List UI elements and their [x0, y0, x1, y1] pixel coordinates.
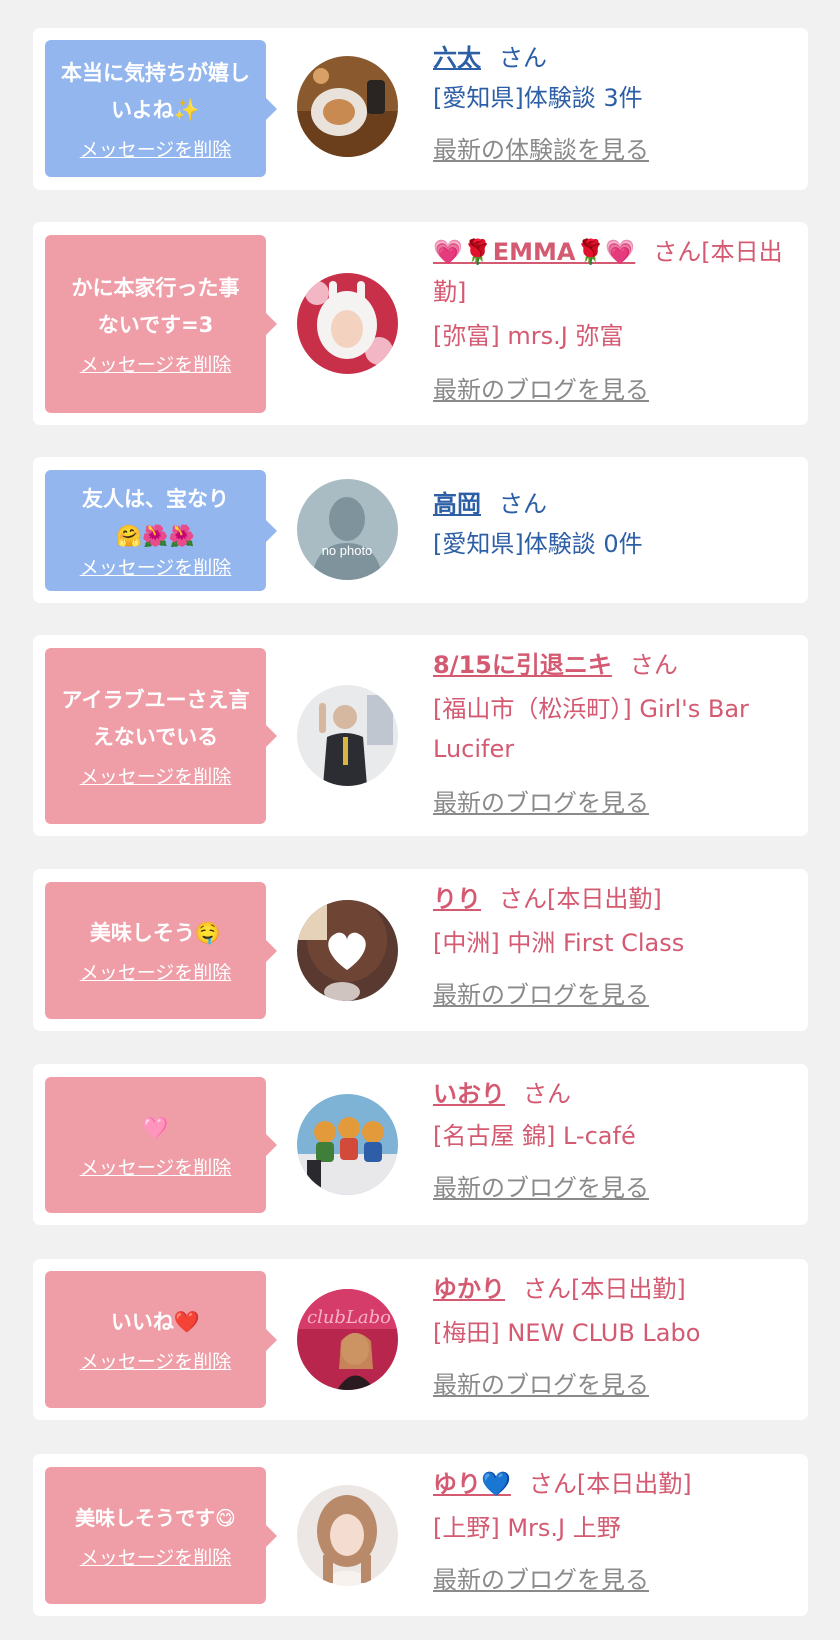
- sender-info: 六太 さん [愛知県]体験談 3件 最新の体験談を見る: [433, 38, 788, 170]
- message-bubble: 友人は、宝なり🤗🌺🌺 メッセージを削除: [45, 470, 277, 591]
- honorific: さん[本日出勤]: [523, 1275, 686, 1303]
- latest-link[interactable]: 最新のブログを見る: [433, 1168, 788, 1208]
- sender-name-link[interactable]: いおり: [433, 1080, 505, 1108]
- delete-message-link[interactable]: メッセージを削除: [80, 137, 232, 163]
- honorific: さん: [629, 651, 678, 679]
- sender-info: 高岡 さん [愛知県]体験談 0件: [433, 484, 788, 564]
- delete-message-link[interactable]: メッセージを削除: [80, 555, 232, 581]
- latest-link[interactable]: 最新のブログを見る: [433, 1365, 788, 1405]
- latest-link[interactable]: 最新のブログを見る: [433, 783, 788, 823]
- message-bubble: 美味しそう🤤 メッセージを削除: [45, 882, 277, 1019]
- sender-name-link[interactable]: ゆかり: [433, 1275, 505, 1303]
- honorific: さん: [523, 1080, 571, 1108]
- sender-name-link[interactable]: ゆり💙: [433, 1470, 511, 1498]
- message-bubble: 美味しそうです😋 メッセージを削除: [45, 1467, 277, 1604]
- message-card: 美味しそう🤤 メッセージを削除 りり さん[本日出勤] [中洲] 中洲 First…: [33, 869, 808, 1031]
- shop-label: [福山市（松浜町）] Girl's Bar Lucifer: [433, 695, 749, 763]
- message-card: かに本家行った事ないです=3 メッセージを削除 💗🌹EMMA🌹💗 さん[本日出勤]…: [33, 222, 808, 425]
- delete-message-link[interactable]: メッセージを削除: [80, 1349, 232, 1375]
- message-text: 🩷: [142, 1115, 169, 1140]
- message-bubble: 本当に気持ちが嬉しいよね✨ メッセージを削除: [45, 40, 277, 177]
- avatar[interactable]: [297, 273, 398, 374]
- avatar[interactable]: clubLabo: [297, 1289, 398, 1390]
- message-text: 本当に気持ちが嬉しいよね✨: [61, 60, 250, 122]
- avatar[interactable]: [297, 1485, 398, 1586]
- message-text: かに本家行った事ないです=3: [71, 276, 240, 337]
- latest-link[interactable]: 最新のブログを見る: [433, 1560, 788, 1600]
- sender-info: りり さん[本日出勤] [中洲] 中洲 First Class 最新のブログを見る: [433, 879, 788, 1015]
- avatar[interactable]: [297, 900, 398, 1001]
- delete-message-link[interactable]: メッセージを削除: [80, 960, 232, 986]
- shop-label: [上野] Mrs.J 上野: [433, 1514, 621, 1542]
- sender-name-link[interactable]: 六太: [433, 44, 481, 72]
- message-text: 友人は、宝なり🤗🌺🌺: [82, 486, 229, 548]
- shop-label: [名古屋 錦] L-café: [433, 1122, 636, 1150]
- sender-info: 8/15に引退ニキ さん [福山市（松浜町）] Girl's Bar Lucife…: [433, 645, 788, 823]
- sender-info: 💗🌹EMMA🌹💗 さん[本日出勤] [弥富] mrs.J 弥富 最新のブログを見る: [433, 232, 788, 410]
- avatar[interactable]: [297, 1094, 398, 1195]
- shop-label: [弥富] mrs.J 弥富: [433, 322, 624, 350]
- sender-info: いおり さん [名古屋 錦] L-café 最新のブログを見る: [433, 1074, 788, 1208]
- message-bubble: かに本家行った事ないです=3 メッセージを削除: [45, 235, 277, 413]
- latest-link[interactable]: 最新のブログを見る: [433, 370, 788, 410]
- no-photo-text: no photo: [322, 543, 373, 558]
- message-card: いいね❤️ メッセージを削除 clubLabo ゆかり さん[本日出勤] [梅田]…: [33, 1259, 808, 1420]
- honorific: さん: [499, 44, 547, 72]
- svg-text:clubLabo: clubLabo: [307, 1307, 391, 1328]
- shop-label: [中洲] 中洲 First Class: [433, 929, 685, 957]
- message-card: 友人は、宝なり🤗🌺🌺 メッセージを削除 no photo 高岡 さん [愛知県]体…: [33, 457, 808, 603]
- delete-message-link[interactable]: メッセージを削除: [80, 352, 232, 378]
- delete-message-link[interactable]: メッセージを削除: [80, 1545, 232, 1571]
- message-bubble: いいね❤️ メッセージを削除: [45, 1271, 277, 1408]
- message-card: 本当に気持ちが嬉しいよね✨ メッセージを削除 六太 さん [愛知県]体験談 3件 …: [33, 28, 808, 190]
- message-text: 美味しそうです😋: [75, 1506, 236, 1530]
- avatar[interactable]: [297, 685, 398, 786]
- message-card: アイラブユーさえ言えないでいる メッセージを削除 8/15に引退ニキ さん [福山…: [33, 635, 808, 836]
- message-bubble: 🩷 メッセージを削除: [45, 1077, 277, 1213]
- delete-message-link[interactable]: メッセージを削除: [80, 1155, 232, 1181]
- avatar[interactable]: [297, 56, 398, 157]
- sender-name-link[interactable]: 高岡: [433, 490, 481, 518]
- shop-label: [愛知県]体験談 0件: [433, 530, 643, 558]
- shop-label: [梅田] NEW CLUB Labo: [433, 1319, 701, 1347]
- honorific: さん[本日出勤]: [528, 1470, 692, 1498]
- sender-name-link[interactable]: 8/15に引退ニキ: [433, 651, 612, 679]
- sender-name-link[interactable]: りり: [433, 885, 481, 913]
- sender-name-link[interactable]: 💗🌹EMMA🌹💗: [433, 238, 635, 266]
- message-card: 美味しそうです😋 メッセージを削除 ゆり💙 さん[本日出勤] [上野] Mrs.J…: [33, 1454, 808, 1616]
- sender-info: ゆかり さん[本日出勤] [梅田] NEW CLUB Labo 最新のブログを見る: [433, 1269, 788, 1405]
- message-text: 美味しそう🤤: [89, 921, 222, 945]
- message-text: いいね❤️: [110, 1310, 201, 1334]
- latest-link[interactable]: 最新の体験談を見る: [433, 130, 788, 170]
- honorific: さん[本日出勤]: [499, 885, 662, 913]
- avatar[interactable]: no photo: [297, 479, 398, 580]
- delete-message-link[interactable]: メッセージを削除: [80, 764, 232, 790]
- shop-label: [愛知県]体験談 3件: [433, 84, 643, 112]
- message-card: 🩷 メッセージを削除 いおり さん [名古屋 錦] L-café 最新のブログを見…: [33, 1064, 808, 1225]
- sender-info: ゆり💙 さん[本日出勤] [上野] Mrs.J 上野 最新のブログを見る: [433, 1464, 788, 1600]
- latest-link[interactable]: 最新のブログを見る: [433, 975, 788, 1015]
- message-bubble: アイラブユーさえ言えないでいる メッセージを削除: [45, 648, 277, 824]
- honorific: さん: [499, 490, 547, 518]
- message-text: アイラブユーさえ言えないでいる: [61, 688, 250, 749]
